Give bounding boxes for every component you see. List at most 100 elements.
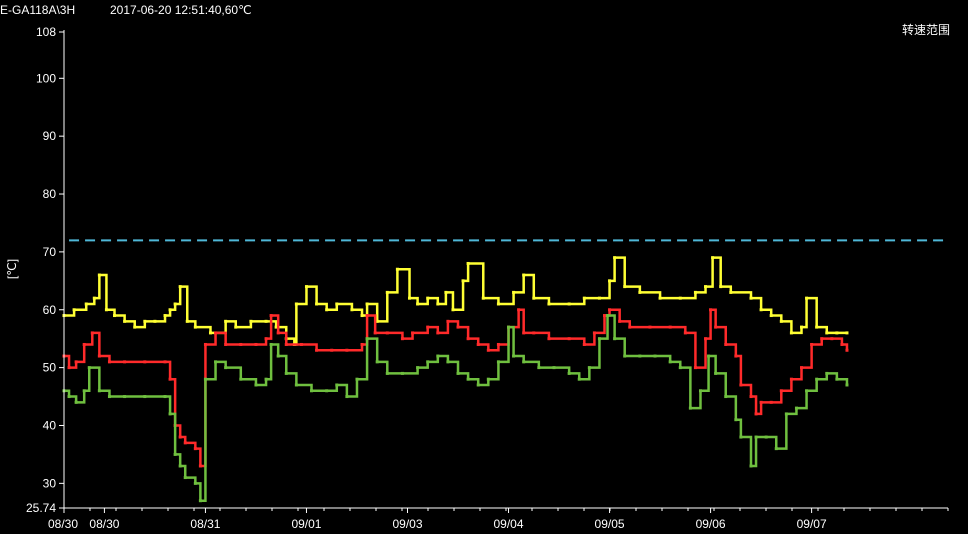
red-data-point <box>193 447 197 451</box>
green-data-point <box>264 377 268 381</box>
yellow-data-point <box>638 290 642 294</box>
red-data-point <box>628 325 632 329</box>
yellow-data-point <box>436 302 440 306</box>
green-data-point <box>325 389 329 393</box>
green-data-point <box>82 389 86 393</box>
yellow-data-point <box>315 302 319 306</box>
red-data-point <box>411 331 415 335</box>
red-data-point <box>107 360 111 364</box>
green-data-point <box>724 395 728 399</box>
y-tick-label: 25.74 <box>26 501 56 515</box>
red-data-point <box>385 331 389 335</box>
green-data-point <box>198 499 202 503</box>
yellow-data-point <box>178 285 182 289</box>
green-data-point <box>668 360 672 364</box>
y-tick-label: 108 <box>36 25 56 39</box>
red-data-point <box>67 366 71 370</box>
green-data-point <box>365 337 369 341</box>
yellow-data-point <box>335 302 339 306</box>
green-data-point <box>276 354 280 358</box>
yellow-data-point <box>825 331 829 335</box>
green-data-point <box>678 366 682 370</box>
red-data-point <box>163 360 167 364</box>
yellow-data-point <box>224 319 228 323</box>
red-data-point <box>224 342 228 346</box>
red-data-point <box>532 331 536 335</box>
red-data-point <box>276 331 280 335</box>
green-data-point <box>707 354 711 358</box>
red-data-point <box>254 342 258 346</box>
green-data-point <box>552 366 556 370</box>
x-tick-label: 09/06 <box>696 517 726 531</box>
yellow-data-point <box>815 325 819 329</box>
yellow-series-line <box>64 256 847 346</box>
green-data-point <box>537 366 541 370</box>
red-data-point <box>365 314 369 318</box>
green-data-point <box>496 360 500 364</box>
yellow-data-point <box>512 290 516 294</box>
red-data-point <box>830 337 834 341</box>
green-data-point <box>426 360 430 364</box>
green-data-point <box>587 366 591 370</box>
green-data-point <box>87 366 91 370</box>
red-data-point <box>769 400 773 404</box>
green-data-point <box>456 371 460 375</box>
red-data-point <box>330 348 334 352</box>
green-data-point <box>345 395 349 399</box>
yellow-data-point <box>522 273 526 277</box>
yellow-data-point <box>608 279 612 283</box>
yellow-data-point <box>678 296 682 300</box>
red-data-point <box>315 348 319 352</box>
yellow-data-point <box>143 319 147 323</box>
yellow-data-point <box>113 314 117 318</box>
green-data-point <box>486 377 490 381</box>
yellow-data-point <box>234 325 238 329</box>
yellow-data-point <box>704 285 708 289</box>
red-data-point <box>373 331 377 335</box>
yellow-data-point <box>759 308 763 312</box>
green-data-point <box>269 342 273 346</box>
green-data-point <box>754 435 758 439</box>
green-data-point <box>815 377 819 381</box>
green-data-point <box>739 435 743 439</box>
green-data-point <box>638 354 642 358</box>
green-data-point <box>512 354 516 358</box>
red-data-point <box>400 337 404 341</box>
green-data-point <box>507 325 511 329</box>
green-data-point <box>214 360 218 364</box>
yellow-data-point <box>547 302 551 306</box>
red-data-point <box>486 348 490 352</box>
red-data-point <box>754 412 758 416</box>
yellow-data-point <box>800 325 804 329</box>
yellow-data-point <box>123 319 127 323</box>
green-data-point <box>835 377 839 381</box>
green-data-point <box>239 377 243 381</box>
green-data-point <box>774 447 778 451</box>
green-data-point <box>97 389 101 393</box>
green-data-point <box>375 360 379 364</box>
green-data-point <box>193 481 197 485</box>
x-tick-label: 09/03 <box>392 517 422 531</box>
yellow-data-point <box>582 296 586 300</box>
x-tick-label: 09/04 <box>494 517 524 531</box>
red-data-point <box>123 360 127 364</box>
red-data-point <box>496 342 500 346</box>
y-tick-label: 40 <box>43 418 57 432</box>
green-data-point <box>143 395 147 399</box>
red-data-point <box>517 308 521 312</box>
red-data-point <box>82 342 86 346</box>
green-data-point <box>764 435 768 439</box>
yellow-data-point <box>97 273 101 277</box>
green-data-point <box>294 383 298 387</box>
red-data-point <box>800 366 804 370</box>
red-data-point <box>779 389 783 393</box>
red-data-point <box>203 342 207 346</box>
green-data-point <box>805 389 809 393</box>
yellow-data-point <box>461 279 465 283</box>
yellow-data-point <box>481 296 485 300</box>
yellow-data-point <box>72 308 76 312</box>
yellow-data-point <box>779 319 783 323</box>
yellow-data-point <box>264 319 268 323</box>
red-data-point <box>269 314 273 318</box>
yellow-data-point <box>426 296 430 300</box>
